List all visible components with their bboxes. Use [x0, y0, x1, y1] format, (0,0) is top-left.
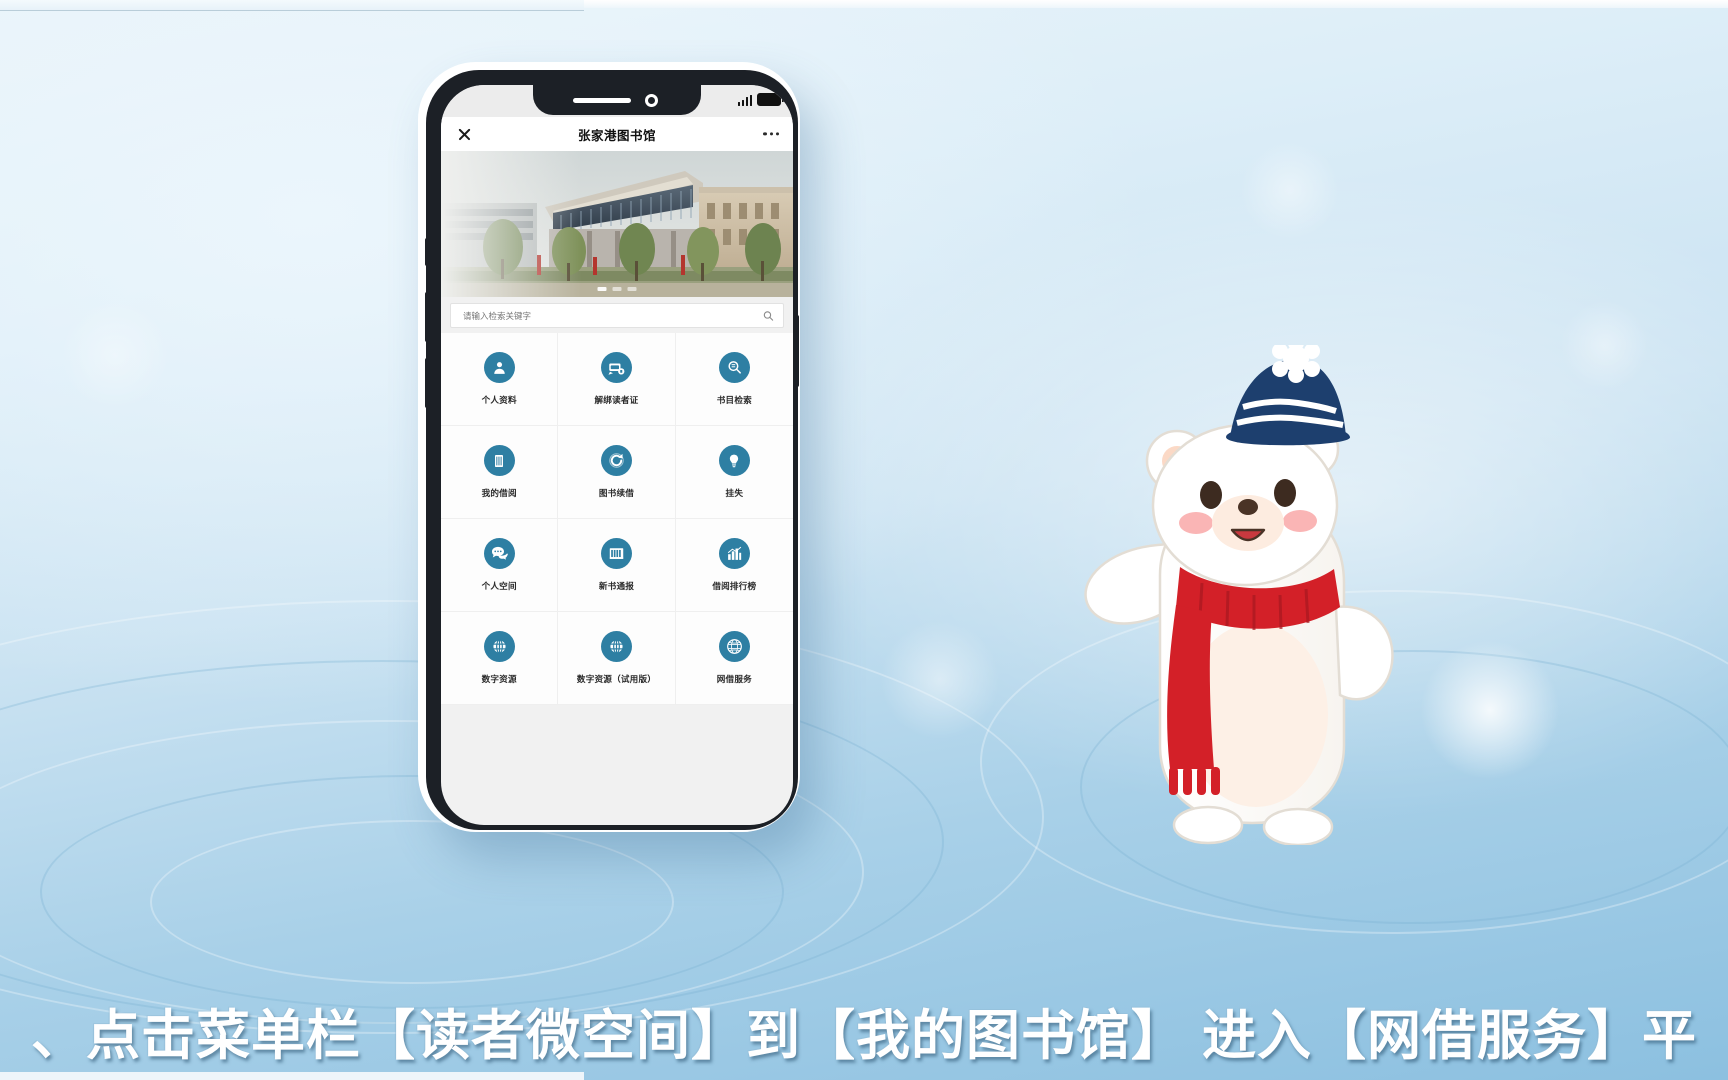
top-edge-strip [584, 0, 1728, 8]
light-glow [1560, 300, 1650, 390]
grid-item-label: 书目检索 [716, 395, 752, 405]
battery-full-icon [757, 93, 784, 106]
silent-switch[interactable] [425, 238, 429, 266]
earpiece-speaker [573, 98, 631, 103]
bear-left-foot [1172, 805, 1244, 845]
search-box[interactable] [450, 303, 784, 328]
light-glow [880, 620, 1000, 740]
grid-item-label: 网借服务 [716, 674, 752, 684]
grid-item-label: 解绑读者证 [594, 395, 639, 405]
phone-notch [533, 85, 701, 115]
grid-item-label: 借阅排行榜 [712, 581, 757, 591]
phone-body: 张家港图书馆 请输入检索关键字 个人资料 解绑读者证 书目检索 我的借阅 图书续… [418, 62, 800, 832]
carousel-dot-active[interactable] [597, 287, 607, 291]
polar-bear-mascot [1040, 335, 1400, 847]
user-profile-icon [483, 352, 515, 383]
light-glow [1240, 140, 1340, 240]
bear-right-foot [1262, 807, 1334, 847]
personal-space-icon [483, 538, 515, 569]
grid-item-personal-profile[interactable]: 个人资料 [441, 333, 559, 426]
card-unbind-icon [600, 352, 632, 383]
grid-item-catalog-search[interactable]: 书目检索 [675, 333, 793, 426]
carousel-dot[interactable] [627, 287, 637, 291]
grid-item-label: 新书通报 [598, 581, 635, 591]
grid-item-personal-space[interactable]: 个人空间 [441, 519, 559, 612]
grid-item-label: 图书续借 [598, 488, 635, 498]
search-section [441, 297, 793, 333]
front-camera [645, 94, 658, 107]
grid-item-label: 数字资源（试用版） [576, 674, 657, 684]
background-scene [0, 0, 1728, 1080]
water-ripple [150, 820, 674, 984]
ranking-chart-icon [718, 538, 750, 569]
grid-item-renew-book[interactable]: 图书续借 [558, 426, 676, 519]
app-nav-bar: 张家港图书馆 [441, 117, 793, 151]
grid-item-web-lending[interactable]: 网借服务 [675, 612, 793, 705]
grid-item-label: 挂失 [725, 488, 744, 498]
grid-item-label: 我的借阅 [481, 488, 517, 498]
globe-icon [483, 631, 515, 662]
top-left-strip [0, 0, 584, 11]
subtitle-caption: 、点击菜单栏【读者微空间】到【我的图书馆】 进入【网借服务】平 [30, 1006, 1697, 1066]
library-building-photo [441, 151, 793, 297]
grid-item-report-loss[interactable]: 挂失 [675, 426, 793, 519]
grid-item-digital-resources[interactable]: 数字资源 [441, 612, 559, 705]
bear-right-arm [1334, 605, 1394, 701]
search-icon[interactable] [763, 310, 774, 321]
close-icon[interactable] [457, 127, 472, 142]
carousel-dot[interactable] [612, 287, 622, 291]
signal-bars-icon [737, 94, 752, 106]
phone-bezel: 张家港图书馆 请输入检索关键字 个人资料 解绑读者证 书目检索 我的借阅 图书续… [425, 70, 799, 830]
bear-right-cheek [1283, 510, 1317, 532]
bear-left-cheek [1179, 512, 1213, 534]
phone-screen: 张家港图书馆 请输入检索关键字 个人资料 解绑读者证 书目检索 我的借阅 图书续… [441, 85, 793, 825]
function-grid: 个人资料 解绑读者证 书目检索 我的借阅 图书续借 挂失 个人空间 新书通报 借… [441, 333, 793, 705]
globe-icon [600, 631, 632, 662]
report-loss-icon [718, 445, 750, 476]
more-dots-icon[interactable] [763, 132, 779, 136]
bear-left-eye [1200, 481, 1222, 509]
bear-right-eye [1274, 479, 1296, 507]
bear-nose [1238, 499, 1258, 515]
search-input[interactable] [461, 309, 745, 322]
volume-down-button[interactable] [425, 358, 429, 408]
book-search-icon [718, 352, 750, 383]
grid-item-digital-resources-trial[interactable]: 数字资源（试用版） [558, 612, 676, 705]
light-glow [1420, 640, 1560, 780]
new-books-icon [600, 538, 632, 569]
bottom-left-strip [0, 1072, 584, 1080]
grid-item-unbind-card[interactable]: 解绑读者证 [558, 333, 676, 426]
grid-item-new-books[interactable]: 新书通报 [558, 519, 676, 612]
status-bar-right [737, 93, 784, 106]
page-title: 张家港图书馆 [577, 128, 656, 143]
light-glow [60, 300, 170, 410]
phone-mockup: 张家港图书馆 请输入检索关键字 个人资料 解绑读者证 书目检索 我的借阅 图书续… [418, 62, 800, 832]
grid-item-label: 数字资源 [481, 674, 517, 684]
hero-banner-carousel[interactable] [441, 151, 793, 297]
web-lending-icon [718, 631, 750, 662]
bear-hat [1226, 335, 1351, 446]
grid-item-label: 个人空间 [481, 581, 517, 591]
my-loans-icon [483, 445, 515, 476]
renew-book-icon [600, 445, 632, 476]
carousel-dots[interactable] [597, 287, 637, 291]
grid-item-my-loans[interactable]: 我的借阅 [441, 426, 559, 519]
grid-item-label: 个人资料 [481, 395, 517, 405]
volume-up-button[interactable] [425, 292, 429, 342]
power-button[interactable] [795, 315, 799, 387]
grid-item-loan-ranking[interactable]: 借阅排行榜 [675, 519, 793, 612]
